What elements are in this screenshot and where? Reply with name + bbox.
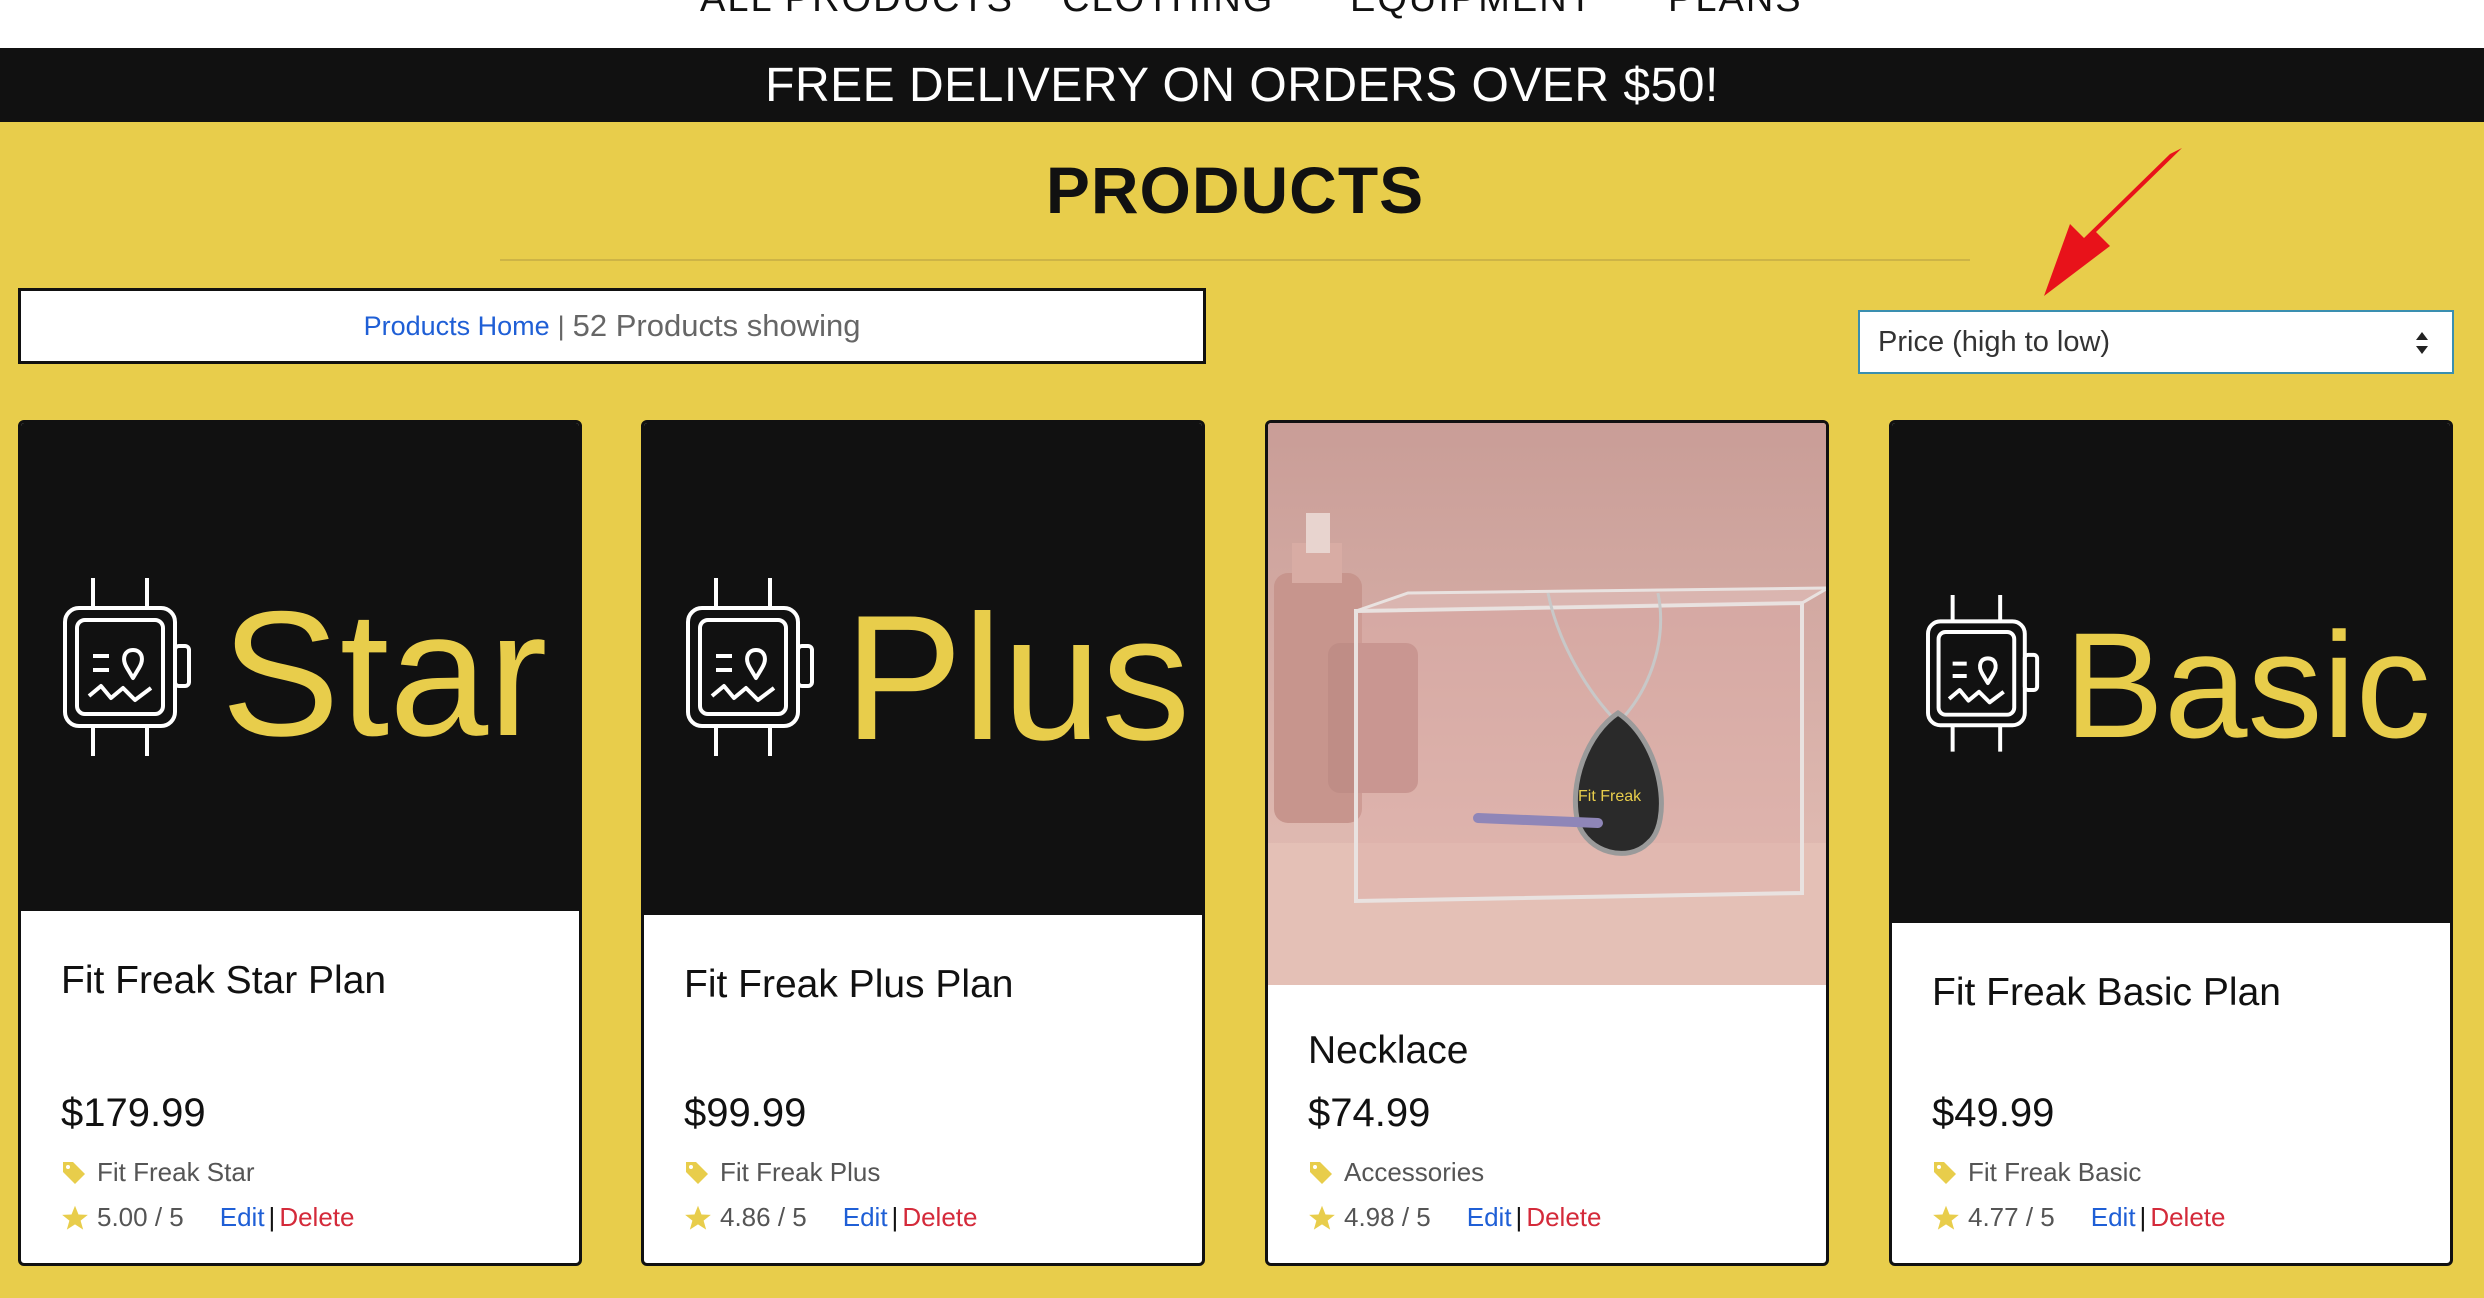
delete-link[interactable]: Delete bbox=[902, 1202, 977, 1233]
edit-link[interactable]: Edit bbox=[2091, 1202, 2136, 1233]
nav-item-equipment[interactable]: Equipment bbox=[1350, 0, 1594, 21]
product-price: $99.99 bbox=[684, 1091, 807, 1135]
plan-logo-word: Plus bbox=[844, 578, 1190, 777]
title-divider bbox=[500, 259, 1970, 261]
product-category: Fit Freak Star bbox=[61, 1157, 254, 1188]
star-icon bbox=[1933, 1205, 1959, 1230]
nav-item-all-products[interactable]: All Products bbox=[700, 0, 1014, 21]
product-rating-row: 4.86 / 5 Edit | Delete bbox=[684, 1202, 977, 1233]
tag-icon bbox=[1934, 1161, 1956, 1184]
product-price: $74.99 bbox=[1308, 1091, 1431, 1135]
smartwatch-heart-icon bbox=[1926, 595, 2040, 752]
edit-link[interactable]: Edit bbox=[1467, 1202, 1512, 1233]
sort-select[interactable]: Price (high to low) bbox=[1858, 310, 2454, 374]
category-label: Fit Freak Plus bbox=[720, 1157, 881, 1187]
product-image[interactable]: Fit Freak bbox=[1268, 423, 1826, 985]
delete-link[interactable]: Delete bbox=[279, 1202, 354, 1233]
product-category: Fit Freak Plus bbox=[684, 1157, 880, 1188]
delete-link[interactable]: Delete bbox=[1526, 1202, 1601, 1233]
product-image[interactable]: Plus bbox=[644, 423, 1202, 915]
product-card[interactable]: Plus Fit Freak Plus Plan $99.99 Fit Frea… bbox=[641, 420, 1205, 1266]
category-label: Accessories bbox=[1344, 1157, 1485, 1187]
rating-value: 4.86 / 5 bbox=[720, 1202, 807, 1232]
breadcrumb: Products Home | 52 Products showing bbox=[18, 288, 1206, 364]
action-separator: | bbox=[268, 1202, 276, 1232]
action-separator: | bbox=[891, 1202, 899, 1232]
nav-item-plans[interactable]: Plans bbox=[1668, 0, 1803, 21]
red-arrow-icon bbox=[2044, 148, 2182, 296]
product-name[interactable]: Fit Freak Star Plan bbox=[61, 959, 386, 1003]
product-card[interactable]: Fit Freak Necklace $74.99 Accessories 4.… bbox=[1265, 420, 1829, 1266]
rating-value: 4.98 / 5 bbox=[1344, 1202, 1431, 1232]
product-rating-row: 5.00 / 5 Edit | Delete bbox=[61, 1202, 354, 1233]
edit-link[interactable]: Edit bbox=[220, 1202, 265, 1233]
tag-icon bbox=[63, 1161, 85, 1184]
product-card[interactable]: Star Fit Freak Star Plan $179.99 Fit Fre… bbox=[18, 420, 582, 1266]
product-category: Fit Freak Basic bbox=[1932, 1157, 2141, 1188]
product-rating-row: 4.77 / 5 Edit | Delete bbox=[1932, 1202, 2225, 1233]
smartwatch-heart-icon bbox=[686, 578, 814, 756]
star-icon bbox=[1309, 1205, 1335, 1230]
breadcrumb-separator: | bbox=[557, 310, 565, 341]
delete-link[interactable]: Delete bbox=[2150, 1202, 2225, 1233]
product-category: Accessories bbox=[1308, 1157, 1484, 1188]
plan-logo-word: Star bbox=[221, 574, 547, 773]
plan-logo-word: Basic bbox=[2064, 601, 2431, 769]
products-home-link[interactable]: Products Home bbox=[364, 311, 550, 342]
promo-banner-text: FREE DELIVERY ON ORDERS OVER $50! bbox=[765, 58, 1719, 112]
tag-icon bbox=[686, 1161, 708, 1184]
category-label: Fit Freak Star bbox=[97, 1157, 255, 1187]
star-icon bbox=[62, 1205, 88, 1230]
sort-selected-value: Price (high to low) bbox=[1878, 325, 2111, 358]
product-price: $49.99 bbox=[1932, 1091, 2055, 1135]
up-down-caret-icon bbox=[2416, 332, 2428, 354]
product-card[interactable]: Basic Fit Freak Basic Plan $49.99 Fit Fr… bbox=[1889, 420, 2453, 1266]
star-icon bbox=[685, 1205, 711, 1230]
top-navigation: All Products Clothing Equipment Plans bbox=[0, 0, 2484, 48]
product-name[interactable]: Fit Freak Basic Plan bbox=[1932, 971, 2281, 1015]
tag-icon bbox=[1310, 1161, 1332, 1184]
smartwatch-heart-icon bbox=[63, 578, 191, 756]
product-rating-row: 4.98 / 5 Edit | Delete bbox=[1308, 1202, 1601, 1233]
rating-value: 5.00 / 5 bbox=[97, 1202, 184, 1232]
product-name[interactable]: Fit Freak Plus Plan bbox=[684, 963, 1013, 1007]
product-image[interactable]: Star bbox=[21, 423, 579, 911]
rating-value: 4.77 / 5 bbox=[1968, 1202, 2055, 1232]
pendant-brand-text: Fit Freak bbox=[1578, 788, 1642, 805]
product-count: 52 Products showing bbox=[572, 308, 861, 343]
product-price: $179.99 bbox=[61, 1091, 206, 1135]
action-separator: | bbox=[2139, 1202, 2147, 1232]
product-image[interactable]: Basic bbox=[1892, 423, 2450, 923]
nav-item-clothing[interactable]: Clothing bbox=[1062, 0, 1274, 21]
action-separator: | bbox=[1515, 1202, 1523, 1232]
edit-link[interactable]: Edit bbox=[843, 1202, 888, 1233]
category-label: Fit Freak Basic bbox=[1968, 1157, 2142, 1187]
promo-banner: FREE DELIVERY ON ORDERS OVER $50! bbox=[0, 48, 2484, 122]
product-name[interactable]: Necklace bbox=[1308, 1029, 1468, 1073]
